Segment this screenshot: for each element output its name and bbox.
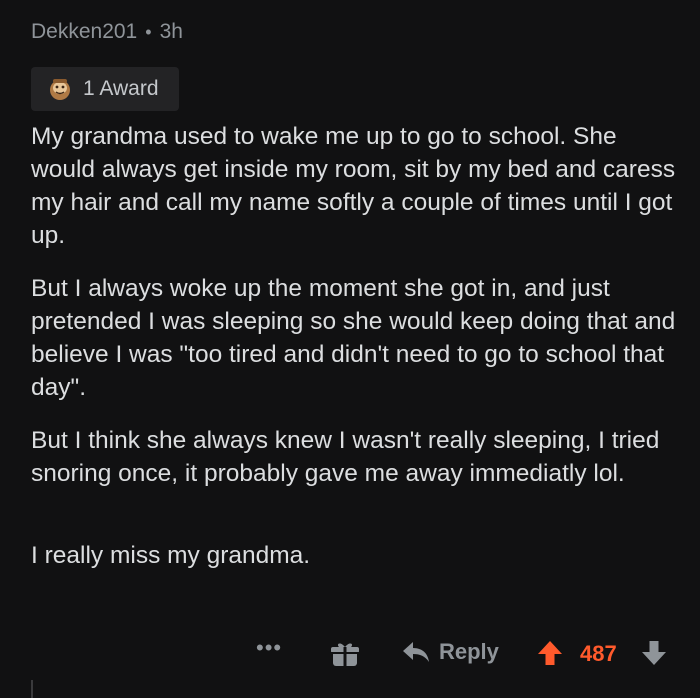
comment-paragraph: I really miss my grandma.	[31, 542, 311, 569]
award-label: 1 Award	[83, 77, 159, 100]
gift-icon[interactable]	[330, 639, 360, 669]
award-badge[interactable]: 1 Award	[31, 67, 179, 111]
upvote-arrow-icon[interactable]	[537, 639, 563, 667]
thread-line[interactable]	[31, 680, 33, 698]
comment-header: Dekken201 • 3h	[31, 20, 183, 44]
reply-button[interactable]: Reply	[401, 639, 499, 665]
timestamp: 3h	[159, 20, 183, 43]
more-options-button[interactable]: •••	[256, 635, 282, 661]
reply-label: Reply	[439, 639, 499, 664]
reply-arrow-icon	[403, 642, 429, 662]
vote-score: 487	[580, 641, 617, 666]
separator-dot: •	[145, 21, 152, 42]
comment-body: My grandma used to wake me up to go to s…	[31, 120, 681, 592]
downvote-arrow-icon[interactable]	[641, 639, 667, 667]
comment-action-bar: ••• Reply 487	[0, 635, 700, 675]
award-icon	[50, 79, 70, 100]
username-link[interactable]: Dekken201	[31, 20, 137, 44]
comment-paragraph: My grandma used to wake me up to go to s…	[31, 123, 676, 249]
comment-paragraph: But I always woke up the moment she got …	[31, 275, 676, 401]
comment-paragraph: But I think she always knew I wasn't rea…	[31, 427, 660, 487]
